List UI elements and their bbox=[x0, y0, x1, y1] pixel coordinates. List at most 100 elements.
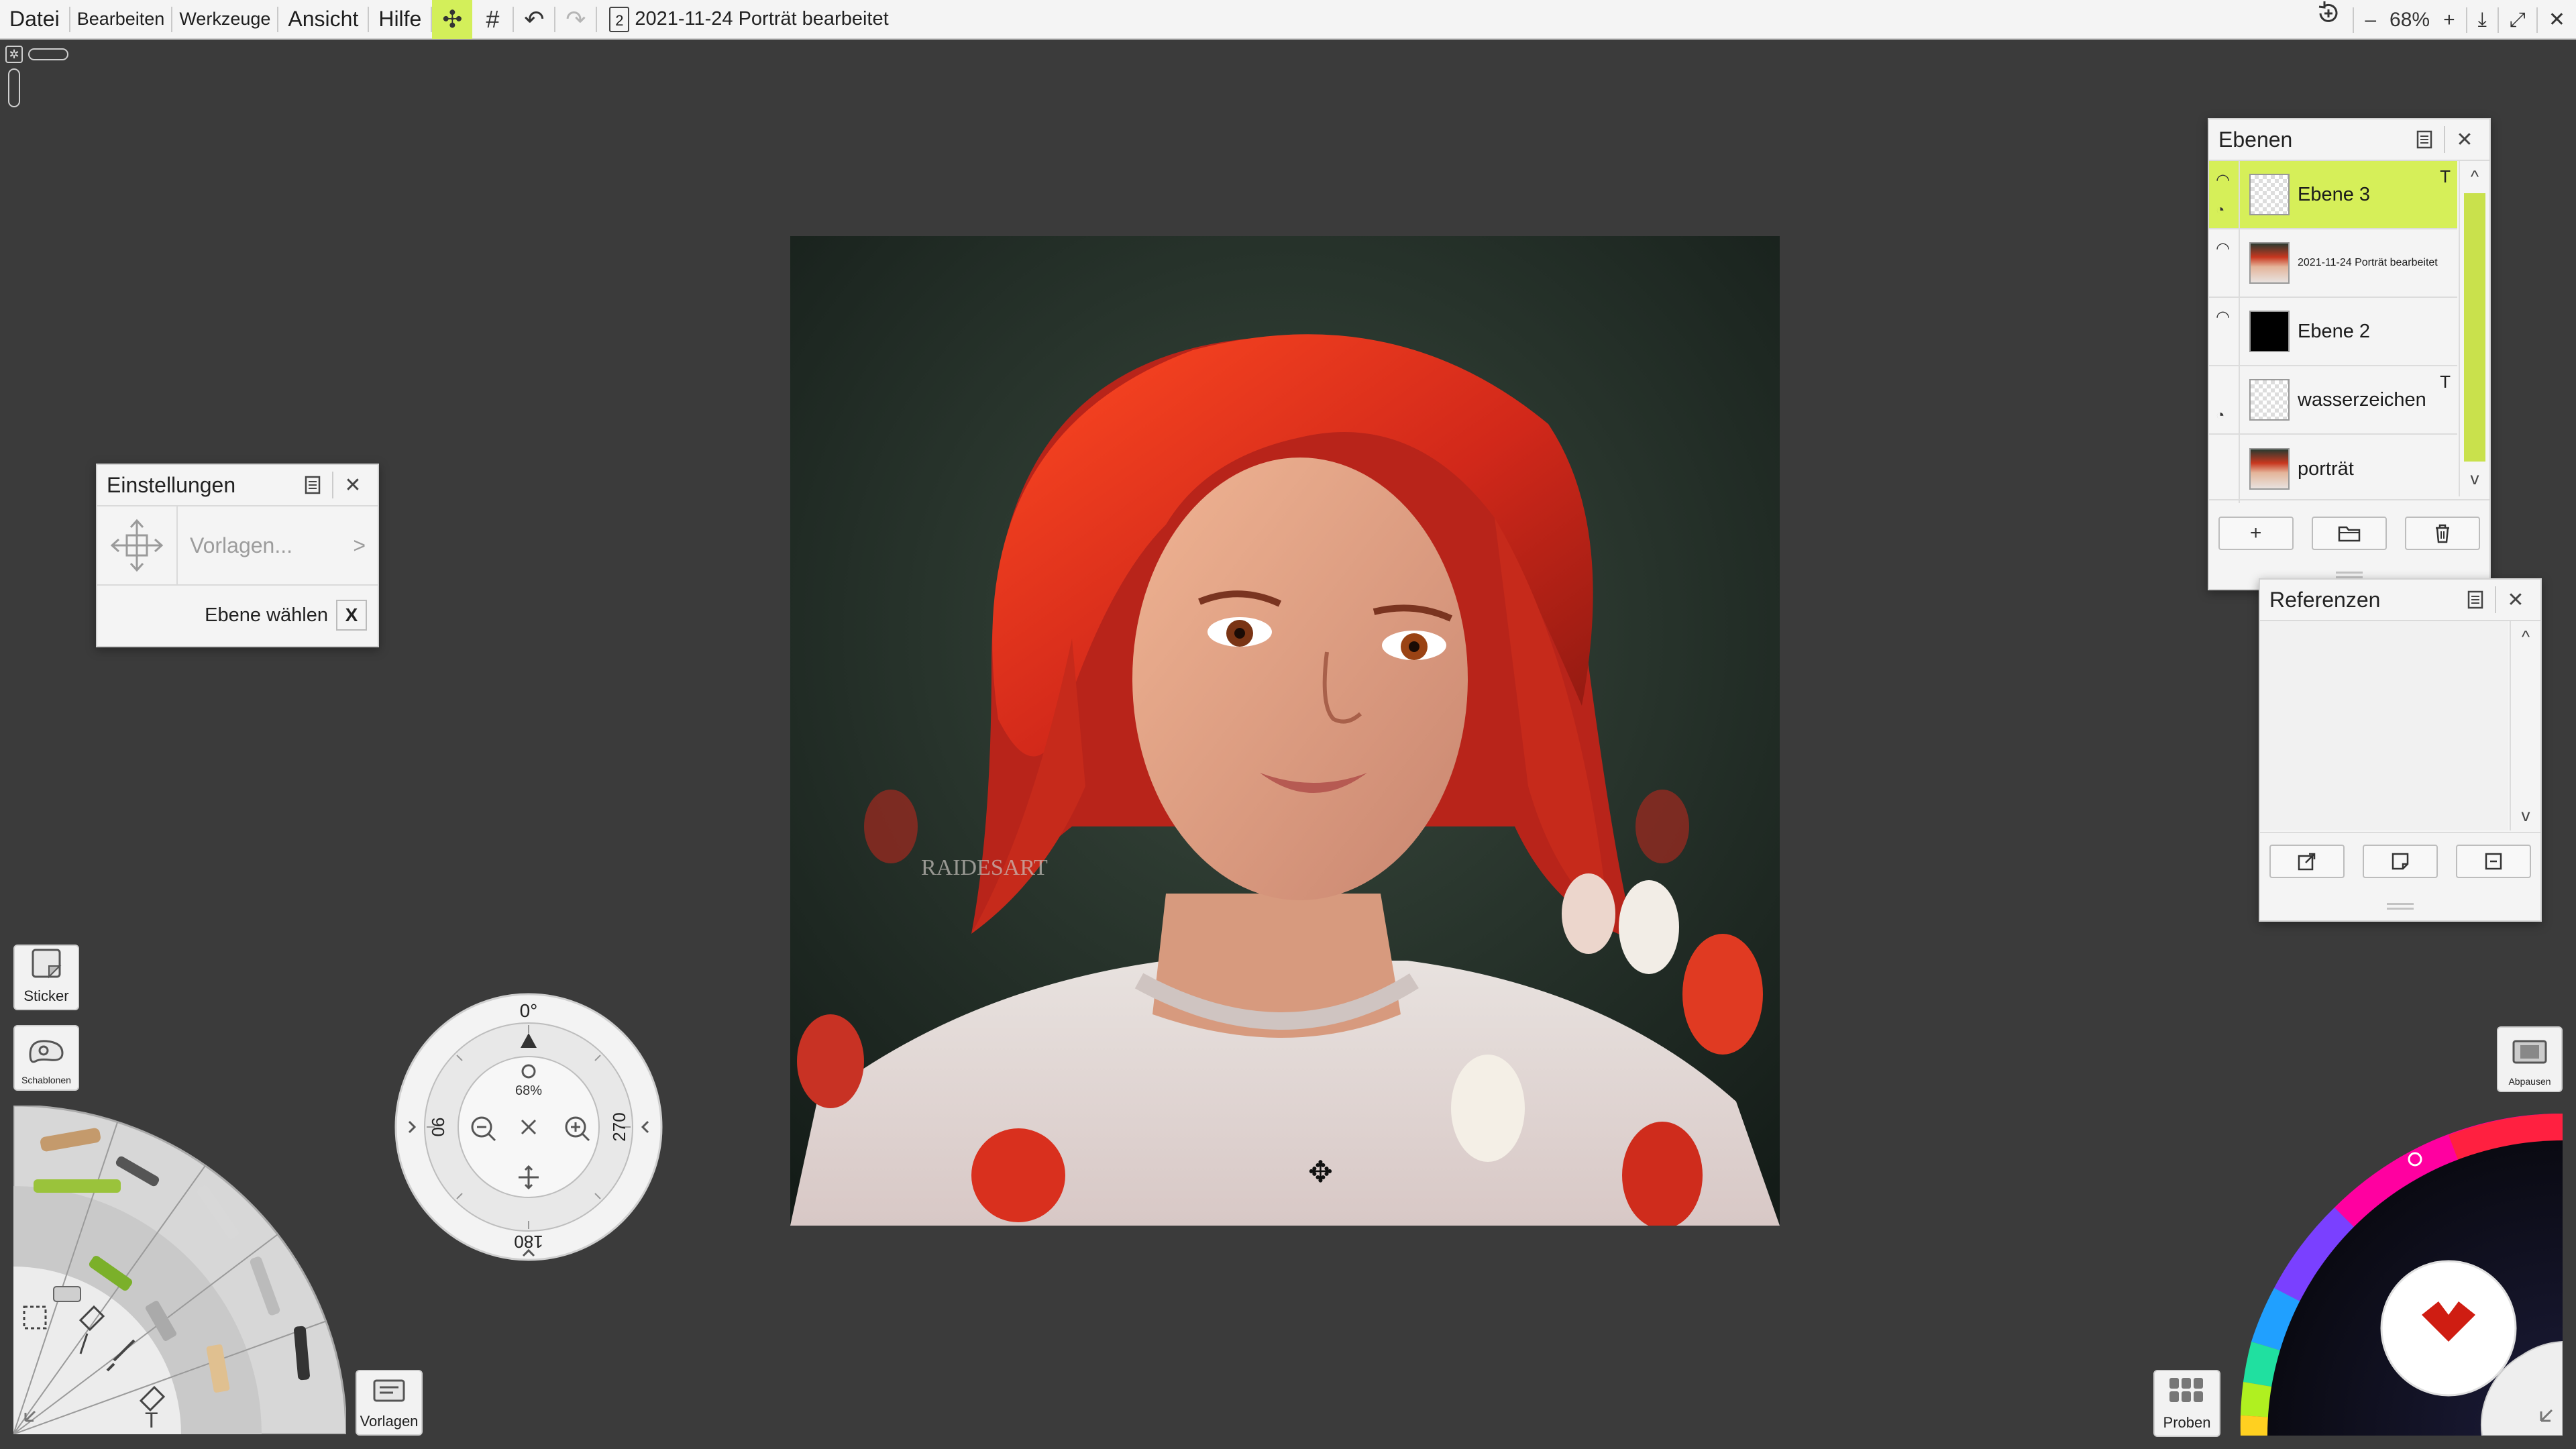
text-tool-icon[interactable]: T bbox=[145, 1408, 158, 1432]
panel-header-separator bbox=[2495, 586, 2496, 613]
panel-resize-grip[interactable] bbox=[2387, 903, 2414, 910]
import-reference-icon[interactable] bbox=[2269, 845, 2345, 878]
undo-button[interactable]: ↶ bbox=[514, 0, 554, 39]
menu-bearbeiten[interactable]: Bearbeiten bbox=[70, 0, 172, 39]
lock-icon[interactable]: ◔ bbox=[2216, 407, 2224, 424]
scroll-down-icon[interactable]: v bbox=[2511, 800, 2540, 830]
samples-button[interactable]: Proben bbox=[2153, 1370, 2220, 1437]
references-area[interactable] bbox=[2260, 621, 2508, 830]
scroll-up-icon[interactable]: ^ bbox=[2460, 161, 2489, 192]
layer-name: Ebene 3 bbox=[2298, 183, 2371, 205]
visibility-icon[interactable]: ◠ bbox=[2216, 170, 2230, 190]
paste-reference-icon[interactable] bbox=[2362, 845, 2438, 878]
zoom-out-button[interactable]: – bbox=[2354, 0, 2387, 40]
references-actions bbox=[2260, 832, 2540, 890]
scroll-down-icon[interactable]: v bbox=[2460, 463, 2489, 494]
menu-ansicht[interactable]: Ansicht bbox=[278, 0, 368, 39]
layer-name: 2021-11-24 Porträt bearbeitet bbox=[2298, 257, 2438, 268]
panel-menu-icon[interactable] bbox=[2409, 124, 2440, 155]
layers-actions: + bbox=[2209, 499, 2489, 566]
trash-icon[interactable] bbox=[2405, 517, 2481, 550]
fullscreen-icon[interactable]: ⤢ bbox=[2499, 0, 2536, 40]
text-layer-icon: T bbox=[2440, 372, 2451, 392]
lock-icon[interactable]: ◔ bbox=[2216, 201, 2224, 219]
panel-menu-icon[interactable] bbox=[2460, 584, 2491, 615]
menu-werkzeuge[interactable]: Werkzeuge bbox=[172, 0, 277, 39]
zoom-in-button[interactable]: + bbox=[2432, 0, 2466, 40]
close-icon[interactable]: ✕ bbox=[2500, 584, 2531, 615]
folder-icon[interactable] bbox=[2311, 517, 2387, 550]
redo-button[interactable]: ↷ bbox=[555, 0, 596, 39]
close-icon[interactable]: ✕ bbox=[2449, 124, 2480, 155]
visibility-icon[interactable]: ◠ bbox=[2216, 239, 2230, 258]
layer-row-portrat[interactable]: porträt bbox=[2209, 435, 2457, 503]
download-icon[interactable]: ⤓ bbox=[2467, 0, 2498, 40]
references-panel-title: Referenzen bbox=[2269, 587, 2381, 612]
drawing-canvas[interactable]: RAIDESART bbox=[790, 236, 1780, 1226]
references-scrollbar[interactable]: ^ v bbox=[2510, 621, 2540, 830]
templates-row: Vorlagen... > bbox=[97, 506, 378, 586]
menu-datei[interactable]: Datei bbox=[0, 0, 69, 39]
layer-gutter: ◠ bbox=[2209, 229, 2240, 297]
canvas-watermark: RAIDESART bbox=[921, 855, 1048, 880]
panel-menu-icon[interactable] bbox=[297, 470, 328, 500]
layers-scrollbar[interactable]: ^ v bbox=[2459, 161, 2489, 496]
zoom-level[interactable]: 68% bbox=[2387, 0, 2432, 40]
settings-panel-header[interactable]: Einstellungen ✕ bbox=[97, 465, 378, 506]
color-picker-wheel[interactable] bbox=[2227, 1100, 2563, 1436]
menu-separator bbox=[596, 6, 598, 32]
layer-thumbnail bbox=[2249, 242, 2290, 284]
layer-thumbnail bbox=[2249, 311, 2290, 352]
layer-gutter: ◠ bbox=[2209, 298, 2240, 365]
horizontal-slider-icon[interactable] bbox=[28, 48, 68, 60]
select-layer-checkbox[interactable]: X bbox=[336, 600, 367, 631]
close-icon[interactable]: ✕ bbox=[337, 470, 368, 500]
tool-wheel[interactable]: T bbox=[13, 1106, 346, 1434]
portrait-artwork: RAIDESART bbox=[790, 236, 1780, 1226]
templates-label: Vorlagen bbox=[360, 1413, 419, 1430]
stencils-button[interactable]: Schablonen bbox=[13, 1025, 79, 1091]
ui-toggle-indicator[interactable]: ✲ bbox=[5, 46, 68, 107]
layer-name: porträt bbox=[2298, 458, 2354, 480]
layer-row-wasserzeichen[interactable]: ◔ wasserzeichen T bbox=[2209, 366, 2457, 435]
visibility-icon[interactable]: ◠ bbox=[2216, 307, 2230, 327]
chevron-right-icon: > bbox=[353, 533, 366, 557]
sticker-button[interactable]: Sticker bbox=[13, 945, 79, 1010]
layer-row-ebene-2[interactable]: ◠ Ebene 2 bbox=[2209, 298, 2457, 366]
grid-button[interactable]: # bbox=[472, 0, 513, 39]
ui-toggle-icon[interactable]: ✲ bbox=[5, 46, 23, 63]
vertical-slider-icon[interactable] bbox=[8, 68, 20, 107]
stencils-icon bbox=[26, 1034, 66, 1075]
layer-gutter: ◔ bbox=[2209, 366, 2240, 433]
layer-row-ebene-3[interactable]: ◠ ◔ Ebene 3 T bbox=[2209, 161, 2457, 229]
document-icon[interactable]: 2 bbox=[609, 6, 630, 32]
move-transform-icon[interactable] bbox=[97, 506, 178, 584]
add-layer-button[interactable]: + bbox=[2218, 517, 2294, 550]
puck-zoom-label: 68% bbox=[515, 1083, 542, 1098]
templates-label: Vorlagen... bbox=[190, 533, 292, 557]
scroll-thumb[interactable] bbox=[2464, 193, 2485, 462]
layers-panel-header[interactable]: Ebenen ✕ bbox=[2209, 119, 2489, 161]
templates-icon bbox=[370, 1375, 408, 1413]
menu-hilfe[interactable]: Hilfe bbox=[369, 0, 431, 39]
layer-thumbnail bbox=[2249, 379, 2290, 421]
panel-resize-grip[interactable] bbox=[2336, 572, 2363, 578]
document-title[interactable]: 2021-11-24 Porträt bearbeitet bbox=[635, 8, 888, 30]
clear-reference-icon[interactable] bbox=[2456, 845, 2532, 878]
close-icon[interactable]: ✕ bbox=[2538, 0, 2576, 40]
select-layer-label: Ebene wählen bbox=[205, 604, 328, 626]
layer-name: Ebene 2 bbox=[2298, 320, 2371, 342]
layer-row-portrait-edited[interactable]: ◠ 2021-11-24 Porträt bearbeitet bbox=[2209, 229, 2457, 298]
angle-left-label: 90 bbox=[428, 1118, 448, 1137]
sticker-label: Sticker bbox=[23, 987, 69, 1004]
rotate-view-icon[interactable] bbox=[2304, 0, 2353, 40]
canvas-navigation-puck[interactable]: 0° 180 90 270 68% bbox=[394, 993, 663, 1261]
templates-dropdown[interactable]: Vorlagen... > bbox=[178, 506, 378, 584]
templates-button[interactable]: Vorlagen bbox=[356, 1370, 423, 1436]
move-tool-button[interactable]: ✣ bbox=[432, 0, 473, 39]
trace-button[interactable]: Abpausen bbox=[2497, 1026, 2563, 1092]
references-panel-header[interactable]: Referenzen ✕ bbox=[2260, 580, 2540, 621]
scroll-up-icon[interactable]: ^ bbox=[2511, 621, 2540, 652]
settings-panel: Einstellungen ✕ Vorlagen... > Ebene wähl… bbox=[96, 464, 379, 647]
layer-list: ◠ ◔ Ebene 3 T ◠ 2021-11-24 Porträt bearbe… bbox=[2209, 161, 2457, 503]
